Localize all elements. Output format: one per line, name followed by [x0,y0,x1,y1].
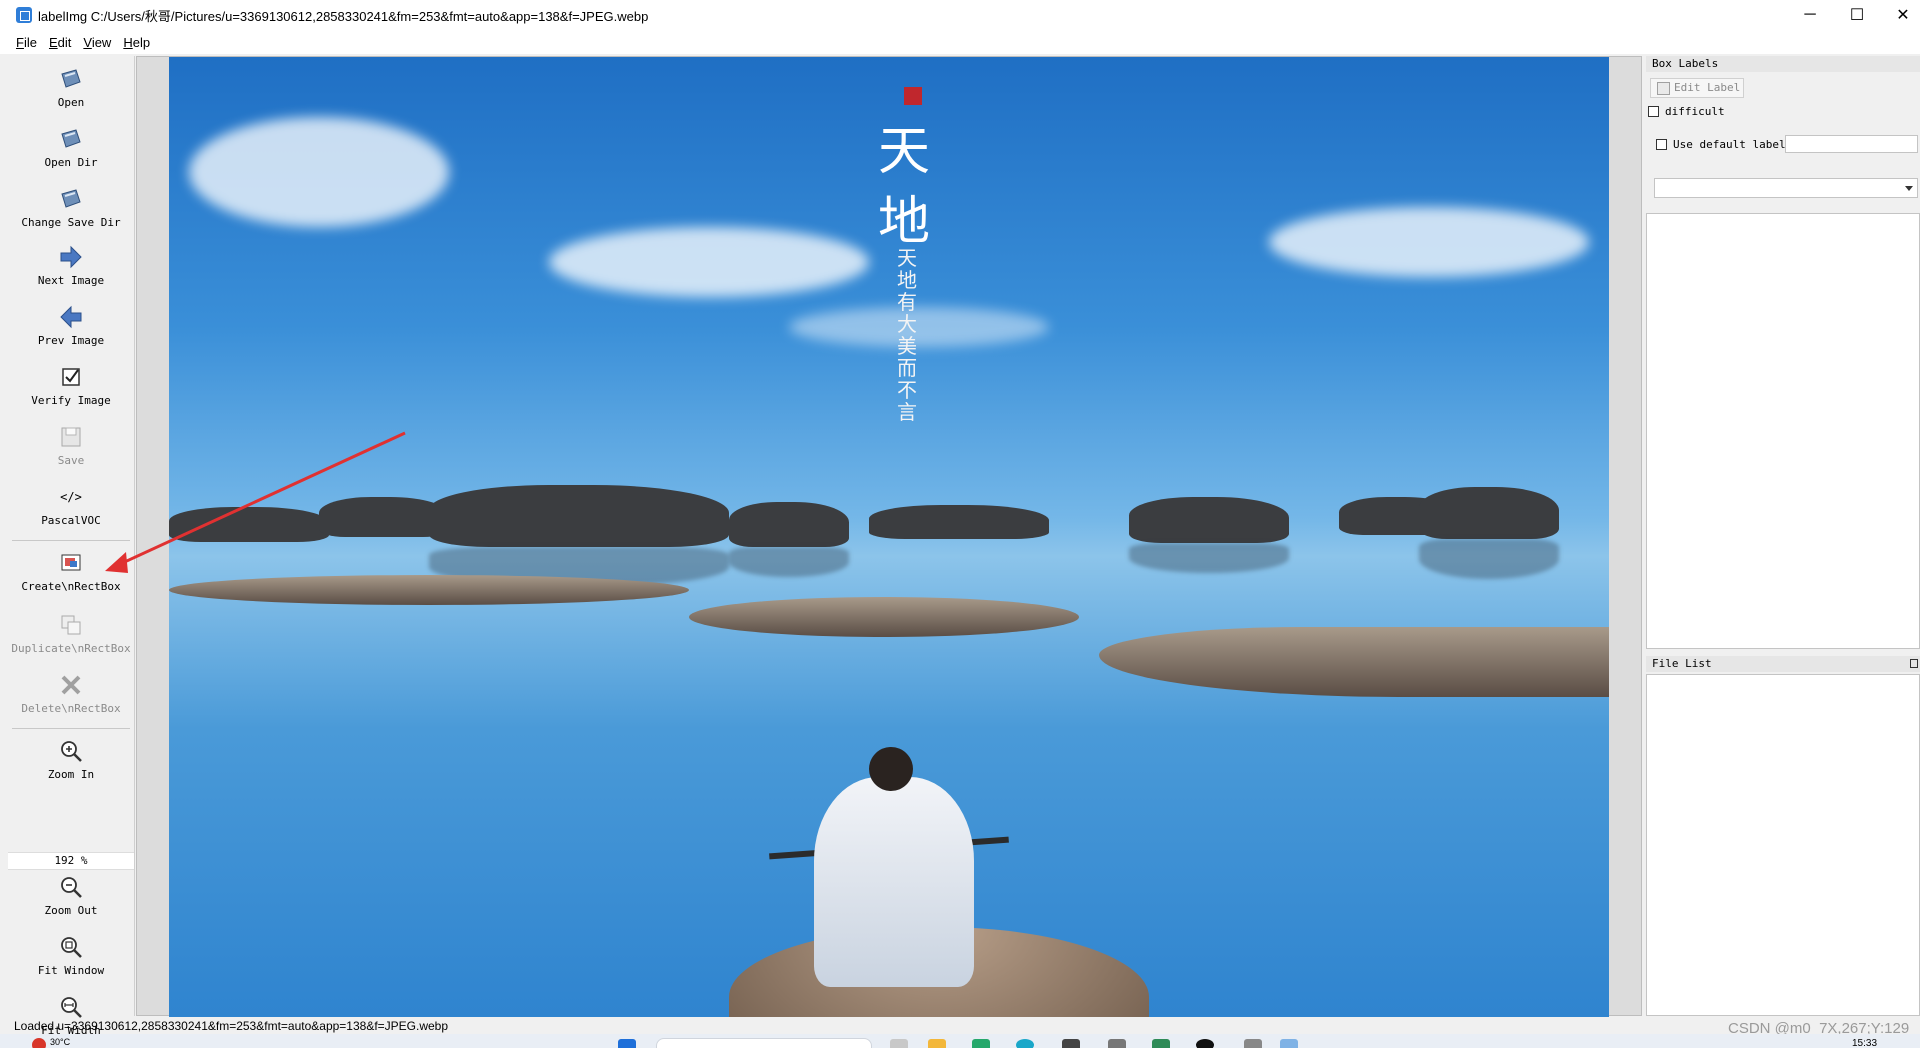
app-icon[interactable] [972,1039,990,1048]
chevron-down-icon [1905,186,1913,191]
weather-text: 30°C [50,1037,71,1047]
use-default-label-checkbox[interactable]: Use default label [1656,138,1786,151]
file-list-dock: File List [1644,656,1920,1018]
start-icon[interactable] [618,1039,636,1048]
difficult-checkbox[interactable]: difficult [1648,105,1725,118]
weather-icon[interactable] [32,1038,46,1048]
status-bar: Loaded u=3369130612,2858330241&fm=253&fm… [14,1019,449,1033]
clock: 15:33 [1852,1038,1878,1048]
github-icon[interactable] [1196,1039,1214,1048]
annotation-arrow [105,431,406,573]
terminal-icon[interactable] [1062,1039,1080,1048]
checkbox-icon [1656,139,1667,150]
file-list-title-text: File List [1652,657,1712,670]
task-view-icon[interactable] [890,1039,908,1048]
label-combo-box[interactable] [1654,178,1918,198]
default-label-input[interactable] [1785,135,1918,153]
box-labels-title: Box Labels [1646,56,1920,72]
browser-icon[interactable] [1016,1039,1034,1048]
box-labels-dock: Box Labels Edit Label difficult Use defa… [1644,56,1920,651]
app-icon[interactable] [1152,1039,1170,1048]
app-icon[interactable] [1244,1039,1262,1048]
file-list-title: File List [1646,656,1920,672]
taskbar: 30°C 15:33 [0,1034,1920,1048]
float-dock-icon[interactable] [1910,659,1918,668]
edit-label-button[interactable]: Edit Label [1650,78,1744,98]
taskbar-search[interactable] [656,1038,872,1048]
file-list[interactable] [1646,674,1920,1016]
difficult-label: difficult [1665,105,1725,118]
labelimg-taskbar-icon[interactable] [1280,1039,1298,1048]
pencil-icon [1657,81,1670,95]
folder-icon[interactable] [928,1039,946,1048]
edit-label-text: Edit Label [1674,81,1741,94]
checkbox-icon [1648,106,1659,117]
use-default-label-text: Use default label [1673,138,1786,151]
label-list[interactable] [1646,213,1920,649]
app-icon[interactable] [1108,1039,1126,1048]
